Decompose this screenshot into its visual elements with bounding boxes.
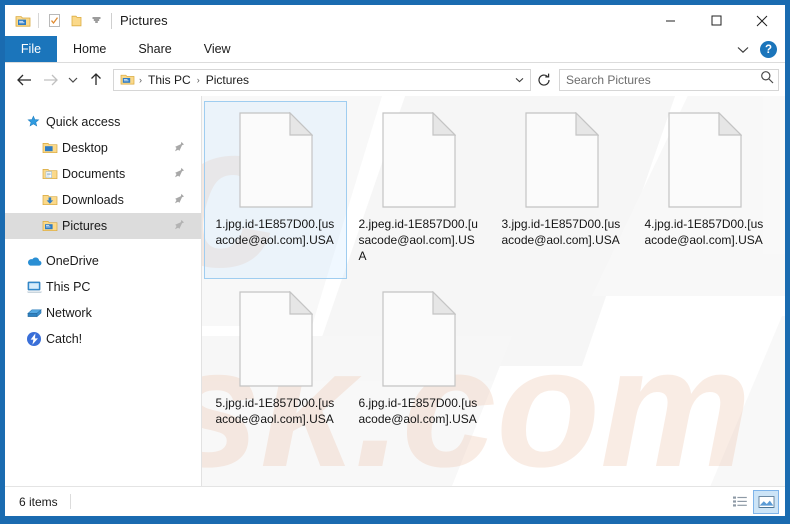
sidebar-gap-1 bbox=[5, 239, 201, 248]
navigation-pane: Quick access Desktop Documents Downloads… bbox=[5, 96, 201, 486]
maximize-button[interactable] bbox=[693, 5, 739, 36]
status-separator bbox=[69, 494, 71, 509]
qat-separator bbox=[38, 13, 39, 28]
tab-home[interactable]: Home bbox=[57, 36, 122, 62]
pictures-folder-icon bbox=[42, 217, 62, 235]
up-button[interactable] bbox=[83, 67, 109, 93]
properties-icon[interactable] bbox=[43, 10, 65, 32]
sidebar-item-label: Pictures bbox=[62, 219, 108, 233]
generic-file-icon bbox=[514, 108, 610, 216]
sidebar-item-catch[interactable]: Catch! bbox=[5, 326, 201, 352]
breadcrumb[interactable]: › This PC › Pictures bbox=[113, 68, 531, 91]
window-title: Pictures bbox=[120, 13, 168, 28]
pin-icon[interactable] bbox=[174, 217, 185, 235]
sidebar-item-desktop[interactable]: Desktop bbox=[5, 135, 201, 161]
sidebar-item-label: Catch! bbox=[46, 332, 83, 346]
sidebar-item-documents[interactable]: Documents bbox=[5, 161, 201, 187]
generic-file-icon bbox=[371, 108, 467, 216]
catch-icon bbox=[26, 330, 46, 348]
sidebar-item-network[interactable]: Network bbox=[5, 300, 201, 326]
recent-locations-button[interactable] bbox=[63, 67, 83, 93]
minimize-button[interactable] bbox=[647, 5, 693, 36]
sidebar-item-label: OneDrive bbox=[46, 254, 99, 268]
sidebar-item-this-pc[interactable]: This PC bbox=[5, 274, 201, 300]
explorer-icon[interactable] bbox=[12, 10, 34, 32]
explorer-body: Quick access Desktop Documents Downloads… bbox=[5, 96, 785, 486]
generic-file-icon bbox=[228, 108, 324, 216]
chevron-down-icon[interactable] bbox=[87, 10, 105, 32]
file-item[interactable]: 4.jpg.id-1E857D00.[usacode@aol.com].USA bbox=[633, 101, 776, 279]
breadcrumb-item-pictures[interactable]: Pictures bbox=[203, 73, 252, 87]
cloud-icon bbox=[26, 252, 46, 270]
file-name: 6.jpg.id-1E857D00.[usacode@aol.com].USA bbox=[358, 396, 478, 426]
generic-file-icon bbox=[228, 287, 324, 395]
breadcrumb-item-this-pc[interactable]: This PC bbox=[145, 73, 194, 87]
star-icon bbox=[26, 113, 46, 131]
sidebar-item-onedrive[interactable]: OneDrive bbox=[5, 248, 201, 274]
computer-icon bbox=[26, 278, 46, 296]
close-button[interactable] bbox=[739, 5, 785, 36]
refresh-icon[interactable] bbox=[533, 69, 555, 91]
breadcrumb-separator-1: › bbox=[196, 74, 200, 85]
downloads-folder-icon bbox=[42, 191, 62, 209]
expand-ribbon-chevron-icon[interactable] bbox=[732, 39, 754, 61]
search-box[interactable] bbox=[559, 68, 779, 91]
file-item[interactable]: 1.jpg.id-1E857D00.[usacode@aol.com].USA bbox=[204, 101, 347, 279]
breadcrumb-separator-0: › bbox=[139, 74, 142, 85]
file-list-pane[interactable]: pc risk.com 1.jpg.id-1E857D00.[usacode@a… bbox=[201, 96, 785, 486]
pin-icon[interactable] bbox=[174, 139, 185, 157]
status-bar: 6 items bbox=[5, 486, 785, 516]
desktop-folder-icon bbox=[42, 139, 62, 157]
quick-access-toolbar bbox=[5, 10, 120, 32]
file-name: 2.jpeg.id-1E857D00.[usacode@aol.com].USA bbox=[358, 217, 478, 263]
window-controls bbox=[647, 5, 785, 36]
sidebar-item-downloads[interactable]: Downloads bbox=[5, 187, 201, 213]
file-name: 3.jpg.id-1E857D00.[usacode@aol.com].USA bbox=[501, 217, 621, 247]
breadcrumb-folder-icon bbox=[118, 73, 136, 86]
address-bar: › This PC › Pictures bbox=[5, 63, 785, 96]
search-icon[interactable] bbox=[760, 70, 774, 89]
explorer-window: Pictures File Home Share View ? › This P… bbox=[0, 0, 790, 524]
file-name: 5.jpg.id-1E857D00.[usacode@aol.com].USA bbox=[215, 396, 335, 426]
title-bar: Pictures bbox=[5, 5, 785, 36]
documents-folder-icon bbox=[42, 165, 62, 183]
back-button[interactable] bbox=[11, 67, 37, 93]
sidebar-item-pictures[interactable]: Pictures bbox=[5, 213, 201, 239]
tab-share[interactable]: Share bbox=[122, 36, 187, 62]
search-input[interactable] bbox=[566, 72, 760, 87]
breadcrumb-chevron-down-icon[interactable] bbox=[510, 70, 528, 90]
sidebar-item-label: Desktop bbox=[62, 141, 108, 155]
sidebar-item-label: Quick access bbox=[46, 115, 121, 129]
tab-view[interactable]: View bbox=[188, 36, 247, 62]
sidebar-item-label: Network bbox=[46, 306, 92, 320]
sidebar-item-label: This PC bbox=[46, 280, 91, 294]
forward-button[interactable] bbox=[37, 67, 63, 93]
network-icon bbox=[26, 304, 46, 322]
generic-file-icon bbox=[371, 287, 467, 395]
large-icons-view-button[interactable] bbox=[753, 489, 779, 514]
help-icon[interactable]: ? bbox=[760, 41, 777, 58]
file-icon-grid: 1.jpg.id-1E857D00.[usacode@aol.com].USA … bbox=[202, 96, 785, 459]
file-item[interactable]: 3.jpg.id-1E857D00.[usacode@aol.com].USA bbox=[490, 101, 633, 279]
generic-file-icon bbox=[657, 108, 753, 216]
ribbon-tabs: File Home Share View ? bbox=[5, 36, 785, 63]
file-item[interactable]: 5.jpg.id-1E857D00.[usacode@aol.com].USA bbox=[204, 280, 347, 458]
details-view-button[interactable] bbox=[727, 490, 753, 514]
file-item[interactable]: 6.jpg.id-1E857D00.[usacode@aol.com].USA bbox=[347, 280, 490, 458]
pin-icon[interactable] bbox=[174, 165, 185, 183]
file-item[interactable]: 2.jpeg.id-1E857D00.[usacode@aol.com].USA bbox=[347, 101, 490, 279]
file-name: 4.jpg.id-1E857D00.[usacode@aol.com].USA bbox=[644, 217, 764, 247]
item-count-label: 6 items bbox=[19, 494, 58, 509]
pin-icon[interactable] bbox=[174, 191, 185, 209]
file-name: 1.jpg.id-1E857D00.[usacode@aol.com].USA bbox=[215, 217, 335, 247]
sidebar-item-label: Documents bbox=[62, 167, 126, 181]
sidebar-item-quick-access[interactable]: Quick access bbox=[5, 109, 201, 135]
new-folder-icon[interactable] bbox=[65, 10, 87, 32]
title-separator bbox=[111, 12, 112, 29]
sidebar-item-label: Downloads bbox=[62, 193, 124, 207]
tab-file[interactable]: File bbox=[5, 36, 57, 62]
